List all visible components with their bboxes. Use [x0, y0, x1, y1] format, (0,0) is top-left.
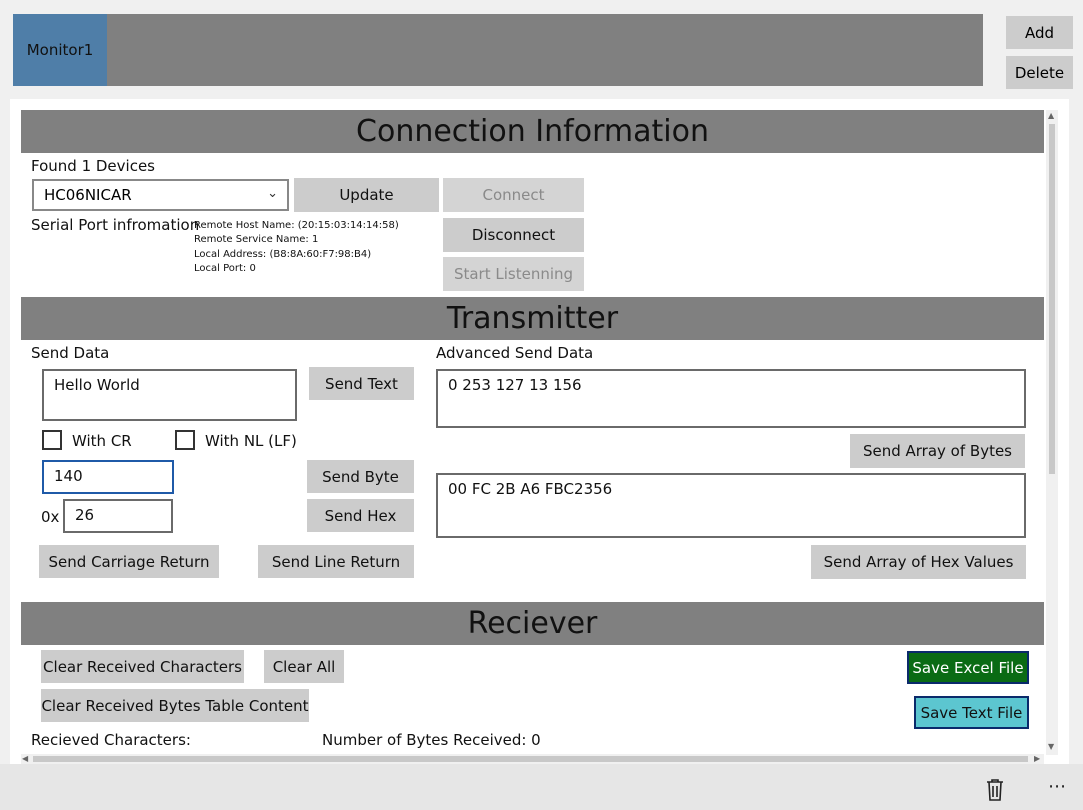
- save-excel-button[interactable]: Save Excel File: [907, 651, 1029, 684]
- local-port: Local Port: 0: [194, 262, 256, 274]
- disconnect-button[interactable]: Disconnect: [443, 218, 584, 252]
- chevron-down-icon: ⌄: [267, 186, 278, 201]
- horizontal-scroll-thumb[interactable]: [33, 756, 1028, 762]
- scroll-down-icon[interactable]: ▼: [1048, 742, 1054, 751]
- hex-input[interactable]: 26: [63, 499, 173, 533]
- device-select[interactable]: HC06NICAR ⌄: [32, 179, 289, 211]
- add-button[interactable]: Add: [1006, 16, 1073, 49]
- vertical-scrollbar[interactable]: ▲ ▼: [1046, 110, 1058, 755]
- delete-button[interactable]: Delete: [1006, 56, 1073, 89]
- more-icon[interactable]: ⋯: [1048, 776, 1067, 797]
- local-address: Local Address: (B8:8A:60:F7:98:B4): [194, 248, 372, 260]
- received-chars-label: Recieved Characters:: [31, 731, 191, 749]
- send-array-hex-button[interactable]: Send Array of Hex Values: [811, 545, 1026, 579]
- start-listening-button[interactable]: Start Listenning: [443, 257, 584, 291]
- scroll-left-icon[interactable]: ◀: [22, 754, 28, 763]
- tab-monitor1[interactable]: Monitor1: [13, 14, 107, 86]
- scroll-right-icon[interactable]: ▶: [1034, 754, 1040, 763]
- byte-input[interactable]: 140: [42, 460, 174, 494]
- connection-header: Connection Information: [21, 110, 1044, 153]
- send-array-bytes-button[interactable]: Send Array of Bytes: [850, 434, 1025, 468]
- scroll-up-icon[interactable]: ▲: [1048, 111, 1054, 120]
- with-nl-label: With NL (LF): [205, 432, 297, 450]
- device-select-value: HC06NICAR: [44, 186, 132, 204]
- send-carriage-return-button[interactable]: Send Carriage Return: [39, 545, 219, 578]
- with-nl-checkbox[interactable]: [175, 430, 195, 450]
- send-text-button[interactable]: Send Text: [309, 367, 414, 400]
- vertical-scroll-thumb[interactable]: [1049, 124, 1055, 474]
- connect-button[interactable]: Connect: [443, 178, 584, 212]
- with-cr-checkbox[interactable]: [42, 430, 62, 450]
- send-data-label: Send Data: [31, 344, 110, 362]
- clear-all-button[interactable]: Clear All: [264, 650, 344, 683]
- send-text-input[interactable]: Hello World: [42, 369, 297, 421]
- transmitter-header: Transmitter: [21, 297, 1044, 340]
- clear-received-chars-button[interactable]: Clear Received Characters: [41, 650, 244, 683]
- advanced-send-label: Advanced Send Data: [436, 344, 594, 362]
- send-line-return-button[interactable]: Send Line Return: [258, 545, 414, 578]
- receiver-header: Reciever: [21, 602, 1044, 645]
- send-hex-button[interactable]: Send Hex: [307, 499, 414, 532]
- serial-info: Remote Host Name: (20:15:03:14:14:58) Re…: [194, 219, 399, 276]
- tab-bar: Monitor1: [13, 14, 983, 86]
- remote-host-name: Remote Host Name: (20:15:03:14:14:58): [194, 220, 399, 231]
- horizontal-scrollbar[interactable]: ◀ ▶: [21, 754, 1044, 764]
- bytes-received-label: Number of Bytes Received: 0: [322, 731, 541, 749]
- remote-service-name: Remote Service Name: 1: [194, 234, 319, 246]
- clear-bytes-table-button[interactable]: Clear Received Bytes Table Content: [41, 689, 309, 722]
- app-bar: ⋯: [0, 764, 1083, 810]
- content-area: Connection Information Found 1 Devices H…: [21, 110, 1044, 755]
- save-text-button[interactable]: Save Text File: [914, 696, 1029, 729]
- with-cr-label: With CR: [72, 432, 132, 450]
- trash-icon[interactable]: [985, 778, 1005, 802]
- update-button[interactable]: Update: [294, 178, 439, 212]
- send-byte-button[interactable]: Send Byte: [307, 460, 414, 493]
- bytes-array-input[interactable]: 0 253 127 13 156: [436, 369, 1026, 428]
- serial-port-label: Serial Port infromation: [31, 216, 200, 234]
- found-devices-label: Found 1 Devices: [31, 157, 155, 175]
- hex-prefix-label: 0x: [41, 508, 60, 526]
- main-panel: Connection Information Found 1 Devices H…: [10, 99, 1069, 764]
- hex-array-input[interactable]: 00 FC 2B A6 FBC2356: [436, 473, 1026, 538]
